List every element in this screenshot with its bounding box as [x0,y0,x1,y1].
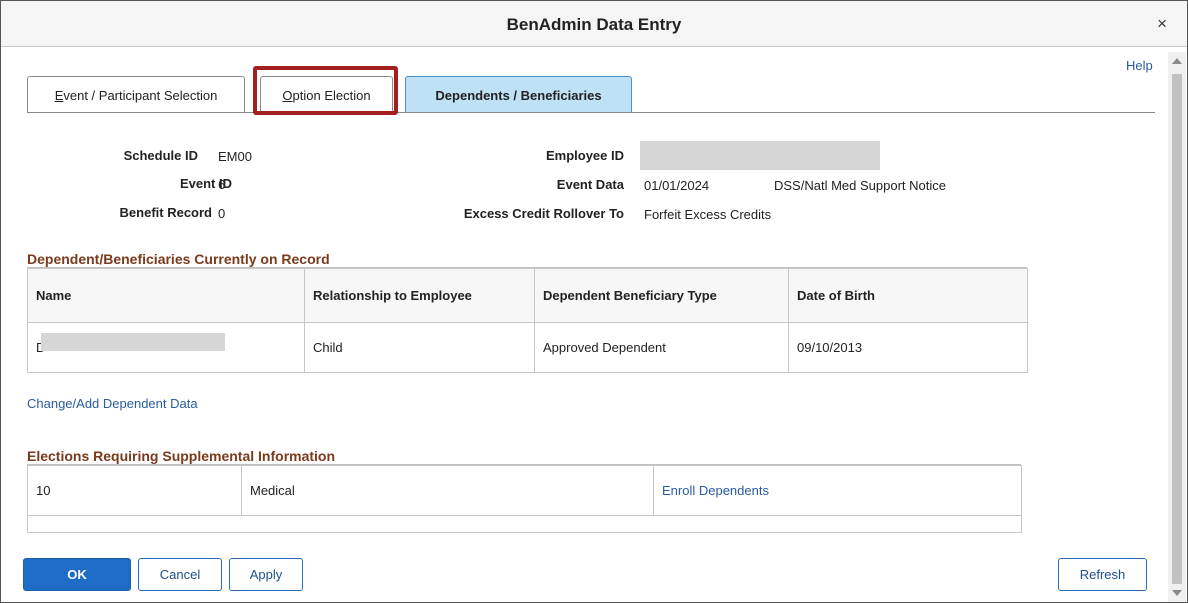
modal-title: BenAdmin Data Entry [506,15,682,34]
table-header-row: Name Relationship to Employee Dependent … [27,268,1028,323]
modal-titlebar: BenAdmin Data Entry × [1,1,1187,47]
date-of-birth-cell: 09/10/2013 [788,322,1028,373]
apply-button[interactable]: Apply [229,558,303,591]
tab-event-participant-selection[interactable]: Event / Participant Selection [27,76,245,113]
schedule-id-label: Schedule ID [123,148,198,163]
employee-id-redacted [640,141,880,170]
tab-label: Dependents / Beneficiaries [435,87,602,103]
column-header-name: Name [27,268,305,323]
tab-accesskey-letter: E [54,87,64,103]
dependents-section-title: Dependent/Beneficiaries Currently on Rec… [27,251,330,267]
event-data-label: Event Data [556,177,624,192]
table-row-empty [27,515,1022,533]
event-id-value: 6 [218,177,226,192]
dependent-name-redacted [41,333,225,351]
benefit-record-label: Benefit Record [119,205,212,220]
relationship-cell: Child [304,322,535,373]
election-plan-cell: Medical [241,465,654,516]
close-icon[interactable]: × [1157,14,1167,34]
employee-id-label: Employee ID [545,148,624,163]
vertical-scrollbar[interactable] [1168,52,1186,602]
schedule-id-value: EM00 [218,149,252,164]
column-header-dob: Date of Birth [788,268,1028,323]
scroll-up-arrow-icon[interactable] [1172,58,1182,64]
dependent-type-cell: Approved Dependent [534,322,789,373]
dependent-name-cell: D [27,322,305,373]
event-date-value: 01/01/2024 [644,178,710,193]
tab-label: vent / Participant Selection [63,87,218,103]
enroll-dependents-link[interactable]: Enroll Dependents [662,483,769,498]
scroll-down-arrow-icon[interactable] [1172,590,1182,596]
ok-button[interactable]: OK [23,558,131,591]
benefit-record-value: 0 [218,206,226,221]
excess-credit-value: Forfeit Excess Credits [644,207,772,222]
callout-highlight-box [253,66,398,115]
table-row: 10 Medical Enroll Dependents [27,465,1022,516]
table-row: D Child Approved Dependent 09/10/2013 [27,322,1028,373]
refresh-button[interactable]: Refresh [1058,558,1147,591]
cancel-button[interactable]: Cancel [138,558,222,591]
empty-row-cell [27,515,1022,533]
tab-strip-divider [27,112,1155,113]
election-action-cell: Enroll Dependents [653,465,1022,516]
election-code-cell: 10 [27,465,242,516]
scrollbar-thumb[interactable] [1172,74,1182,584]
column-header-type: Dependent Beneficiary Type [534,268,789,323]
excess-credit-label: Excess Credit Rollover To [463,206,624,221]
dependents-table: Name Relationship to Employee Dependent … [27,268,1028,373]
tab-dependents-beneficiaries[interactable]: Dependents / Beneficiaries [405,76,632,113]
elections-table: 10 Medical Enroll Dependents [27,465,1022,533]
column-header-relationship: Relationship to Employee [304,268,535,323]
event-id-label: Event ID [179,176,232,191]
change-add-dependent-link[interactable]: Change/Add Dependent Data [27,396,198,411]
elections-section-title: Elections Requiring Supplemental Informa… [27,448,336,464]
event-description-value: DSS/Natl Med Support Notice [774,178,946,193]
help-link[interactable]: Help [1126,58,1153,73]
